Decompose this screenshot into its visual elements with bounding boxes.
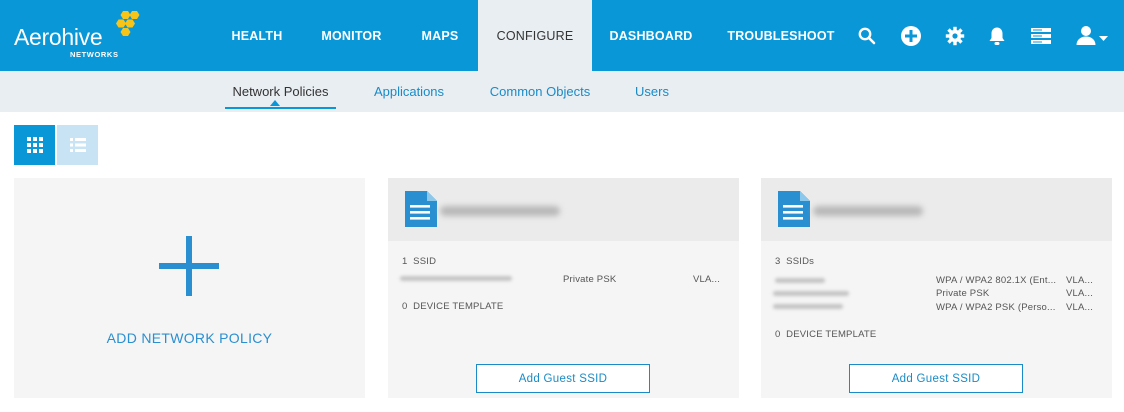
add-network-policy-card[interactable]: ADD NETWORK POLICY xyxy=(14,178,365,398)
list-view-button[interactable] xyxy=(57,125,98,165)
subtab-applications[interactable]: Applications xyxy=(362,71,456,112)
ssid-auth: WPA / WPA2 802.1X (Ent... xyxy=(936,275,1057,286)
ssid-vlan: VLA... xyxy=(693,274,721,285)
ssid-vlan: VLA... xyxy=(1066,275,1094,286)
ssid-auth: Private PSK xyxy=(563,274,617,285)
server-icon[interactable] xyxy=(1029,24,1053,48)
nav-troubleshoot[interactable]: TROUBLESHOOT xyxy=(720,0,842,71)
ssid-name-redacted xyxy=(773,291,849,296)
network-policy-card[interactable]: 3 SSIDs WPA / WPA2 802.1X (Ent... VLA...… xyxy=(761,178,1112,398)
nav-configure[interactable]: CONFIGURE xyxy=(478,0,592,71)
grid-icon xyxy=(26,137,43,153)
network-policy-card[interactable]: 1 SSID Private PSK VLA... 0 DEVICE TEMPL… xyxy=(388,178,739,398)
grid-view-button[interactable] xyxy=(14,125,55,165)
add-plus-icon-bar xyxy=(159,263,219,269)
add-circle-icon[interactable] xyxy=(899,24,923,48)
bell-icon[interactable] xyxy=(985,24,1009,48)
active-tab-underline xyxy=(225,107,336,109)
brand-name: Aerohive xyxy=(14,24,103,50)
ssid-name-redacted xyxy=(400,276,512,281)
device-template-count: 0 xyxy=(402,301,408,312)
sub-nav-bar: Network Policies Applications Common Obj… xyxy=(0,71,1124,112)
device-template-summary: 0 DEVICE TEMPLATE xyxy=(402,301,503,312)
document-icon xyxy=(405,191,437,227)
device-template-summary: 0 DEVICE TEMPLATE xyxy=(775,329,876,340)
ssid-auth: Private PSK xyxy=(936,288,990,299)
ssid-name-redacted xyxy=(775,278,825,283)
subtab-common-objects[interactable]: Common Objects xyxy=(480,71,600,112)
ssid-summary: 1 SSID xyxy=(402,256,436,267)
ssid-vlan: VLA... xyxy=(1066,302,1094,313)
device-template-count: 0 xyxy=(775,329,781,340)
nav-health[interactable]: HEALTH xyxy=(214,0,300,71)
ssid-vlan: VLA... xyxy=(1066,288,1094,299)
ssid-count: 1 xyxy=(402,256,408,267)
list-icon xyxy=(69,138,86,152)
device-template-label: DEVICE TEMPLATE xyxy=(786,329,877,340)
nav-dashboard[interactable]: DASHBOARD xyxy=(600,0,702,71)
add-network-policy-label: ADD NETWORK POLICY xyxy=(106,330,273,346)
search-icon[interactable] xyxy=(855,24,879,48)
nav-monitor[interactable]: MONITOR xyxy=(310,0,393,71)
add-guest-ssid-button[interactable]: Add Guest SSID xyxy=(849,364,1023,393)
policy-name-redacted xyxy=(813,206,923,216)
nav-maps[interactable]: MAPS xyxy=(404,0,476,71)
ssid-label: SSIDs xyxy=(786,256,815,267)
ssid-name-redacted xyxy=(773,304,843,309)
active-tab-caret xyxy=(270,100,280,106)
gear-icon[interactable] xyxy=(943,24,967,48)
subtab-users[interactable]: Users xyxy=(626,71,678,112)
add-guest-ssid-button[interactable]: Add Guest SSID xyxy=(476,364,650,393)
hexagon-logo-icon xyxy=(116,11,140,36)
ssid-count: 3 xyxy=(775,256,781,267)
document-icon xyxy=(778,191,810,227)
brand-subtitle: NETWORKS xyxy=(70,50,119,59)
device-template-label: DEVICE TEMPLATE xyxy=(413,301,504,312)
aerohive-logo[interactable]: Aerohive NETWORKS xyxy=(14,10,144,62)
policy-card-header xyxy=(388,178,739,241)
ssid-summary: 3 SSIDs xyxy=(775,256,814,267)
user-menu-icon[interactable] xyxy=(1074,24,1112,48)
ssid-auth: WPA / WPA2 PSK (Perso... xyxy=(936,302,1056,313)
policy-name-redacted xyxy=(440,206,560,216)
policy-card-header xyxy=(761,178,1112,241)
ssid-label: SSID xyxy=(413,256,437,267)
top-nav-bar: Aerohive NETWORKS HEALTH MONITOR MAPS CO… xyxy=(0,0,1124,71)
subtab-network-policies[interactable]: Network Policies xyxy=(225,71,336,112)
